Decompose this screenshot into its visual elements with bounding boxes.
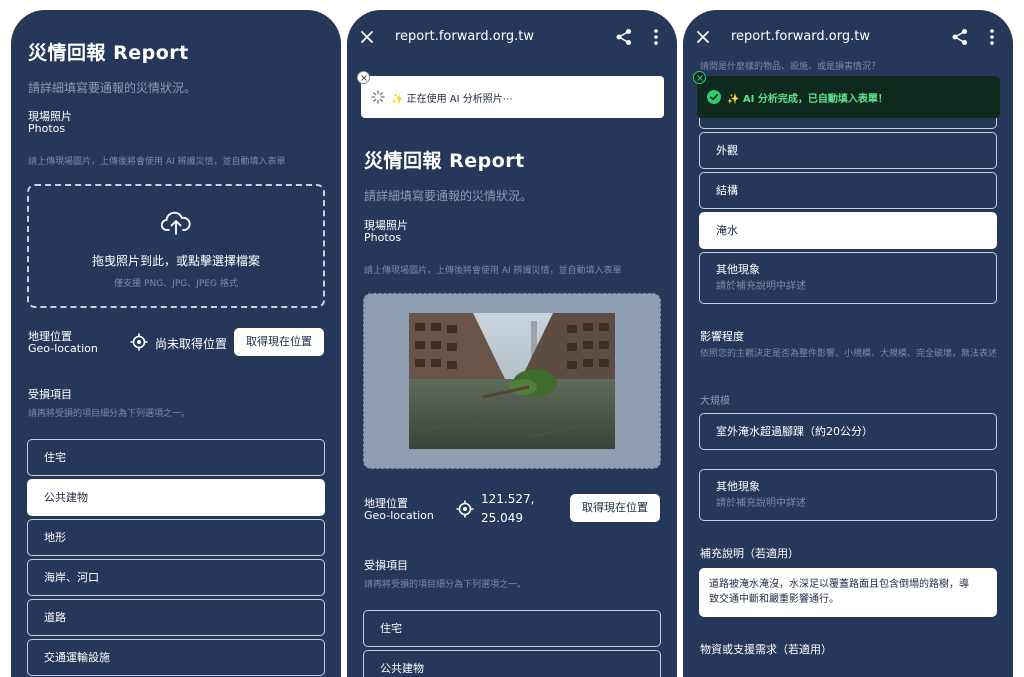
share-icon[interactable] bbox=[951, 28, 969, 46]
ai-analyzing-toast: ✨ 正在使用 AI 分析照片⋯ bbox=[361, 76, 664, 118]
option-public-building[interactable]: 公共建物 bbox=[363, 650, 661, 677]
more-vert-icon[interactable] bbox=[989, 28, 995, 46]
toast-text: ✨ 正在使用 AI 分析照片⋯ bbox=[391, 94, 513, 105]
photos-hint: 請上傳現場圖片，上傳後將會使用 AI 辨識災情，並自動填入表單 bbox=[28, 157, 286, 167]
spinner-icon bbox=[371, 90, 385, 104]
severity-hint: 依照您的主觀決定是否為整件影響、小規模、大規模、完全破壞，無法表述 bbox=[700, 349, 998, 359]
get-location-button[interactable]: 取得現在位置 bbox=[570, 494, 660, 522]
option-coast-estuary[interactable]: 海岸、河口 bbox=[27, 559, 325, 596]
option-structure[interactable]: 結構 bbox=[699, 172, 997, 209]
option-appearance[interactable]: 外觀 bbox=[699, 132, 997, 169]
share-icon[interactable] bbox=[615, 28, 633, 46]
option-residence[interactable]: 住宅 bbox=[363, 610, 661, 647]
option-other-severity[interactable]: 其他現象 請於補充說明中詳述 bbox=[699, 469, 997, 521]
severity-value-label: 大規模 bbox=[700, 396, 730, 407]
notes-line-2: 致交通中斷和嚴重影響通行。 bbox=[709, 594, 839, 605]
geo-label-en: Geo-location bbox=[364, 509, 434, 522]
browser-url: report.forward.org.tw bbox=[395, 29, 534, 44]
dropzone-text: 拖曳照片到此，或點擊選擇檔案 bbox=[91, 254, 260, 268]
check-circle-icon bbox=[707, 90, 721, 104]
option-transport-facility[interactable]: 交通運輸設施 bbox=[27, 639, 325, 676]
close-icon bbox=[697, 75, 703, 81]
question-hint: 請問是什麼樣的物品、設施、或是損害情況？ bbox=[700, 62, 881, 72]
option-other-hint: 請於補充說明中詳述 bbox=[716, 498, 806, 509]
location-crosshair-icon bbox=[130, 333, 148, 351]
phone-screen-2: report.forward.org.tw ✨ 正在使用 AI 分析照片⋯ 災情… bbox=[347, 10, 677, 677]
notes-label: 補充說明（若適用） bbox=[700, 547, 799, 560]
toast-text: ✨ AI 分析完成，已自動填入表單！ bbox=[727, 94, 888, 105]
geo-value: 尚未取得位置 bbox=[155, 337, 228, 351]
photo-dropzone[interactable]: 拖曳照片到此，或點擊選擇檔案 僅支援 PNG、JPG、JPEG 格式 bbox=[27, 184, 325, 308]
toast-close-button[interactable] bbox=[357, 71, 370, 84]
option-terrain[interactable]: 地形 bbox=[27, 519, 325, 556]
uploaded-flood-photo bbox=[409, 313, 615, 449]
photos-label-en: Photos bbox=[28, 122, 66, 135]
option-other-label: 其他現象 bbox=[716, 263, 760, 276]
cloud-upload-icon bbox=[161, 211, 191, 235]
close-icon[interactable] bbox=[696, 30, 710, 44]
severity-label: 影響程度 bbox=[700, 330, 744, 343]
damage-label: 受損項目 bbox=[364, 559, 408, 572]
page-subtitle: 請詳細填寫要通報的災情狀況。 bbox=[364, 189, 533, 203]
option-public-building[interactable]: 公共建物 bbox=[27, 479, 325, 516]
page-subtitle: 請詳細填寫要通報的災情狀況。 bbox=[28, 81, 197, 95]
damage-label: 受損項目 bbox=[28, 388, 72, 401]
toast-close-button[interactable] bbox=[693, 71, 706, 84]
option-residence[interactable]: 住宅 bbox=[27, 439, 325, 476]
photo-dropzone[interactable] bbox=[363, 293, 661, 469]
damage-hint: 請再將受損的項目細分為下列選項之一。 bbox=[28, 409, 191, 419]
close-icon[interactable] bbox=[360, 30, 374, 44]
phone-screen-1: 災情回報 Report 請詳細填寫要通報的災情狀況。 現場照片 Photos 請… bbox=[11, 10, 341, 677]
option-other-hint: 請於補充說明中詳述 bbox=[716, 281, 806, 292]
geo-longitude: 121.527, bbox=[481, 492, 535, 506]
location-crosshair-icon bbox=[456, 500, 474, 518]
phone-screen-3: report.forward.org.tw 請問是什麼樣的物品、設施、或是損害情… bbox=[683, 10, 1013, 677]
supplies-label: 物資或支援需求（若適用） bbox=[700, 643, 832, 656]
option-road[interactable]: 道路 bbox=[27, 599, 325, 636]
dropzone-hint: 僅支援 PNG、JPG、JPEG 格式 bbox=[114, 279, 238, 289]
option-other[interactable]: 其他現象 請於補充說明中詳述 bbox=[699, 252, 997, 304]
notes-textarea[interactable]: 道路被淹水淹沒，水深足以覆蓋路面且包含倒塌的路樹，導 致交通中斷和嚴重影響通行。 bbox=[699, 568, 997, 617]
browser-url: report.forward.org.tw bbox=[731, 29, 870, 44]
geo-label-en: Geo-location bbox=[28, 342, 98, 355]
get-location-button[interactable]: 取得現在位置 bbox=[234, 328, 324, 356]
option-other-label: 其他現象 bbox=[716, 480, 760, 493]
geo-latitude: 25.049 bbox=[481, 511, 523, 525]
option-flooding[interactable]: 淹水 bbox=[699, 212, 997, 249]
photos-hint: 請上傳現場圖片，上傳後將會使用 AI 辨識災情，並自動填入表單 bbox=[364, 266, 622, 276]
option-outdoor-flood-ankle[interactable]: 室外淹水超過腳踝（約20公分） bbox=[699, 413, 997, 450]
photos-label-en: Photos bbox=[364, 231, 402, 244]
ai-complete-toast: ✨ AI 分析完成，已自動填入表單！ bbox=[697, 76, 1000, 118]
page-title: 災情回報 Report bbox=[28, 42, 189, 64]
page-title: 災情回報 Report bbox=[364, 150, 525, 172]
more-vert-icon[interactable] bbox=[653, 28, 659, 46]
notes-line-1: 道路被淹水淹沒，水深足以覆蓋路面且包含倒塌的路樹，導 bbox=[709, 579, 969, 590]
close-icon bbox=[361, 75, 367, 81]
damage-hint: 請再將受損的項目細分為下列選項之一。 bbox=[364, 580, 527, 590]
